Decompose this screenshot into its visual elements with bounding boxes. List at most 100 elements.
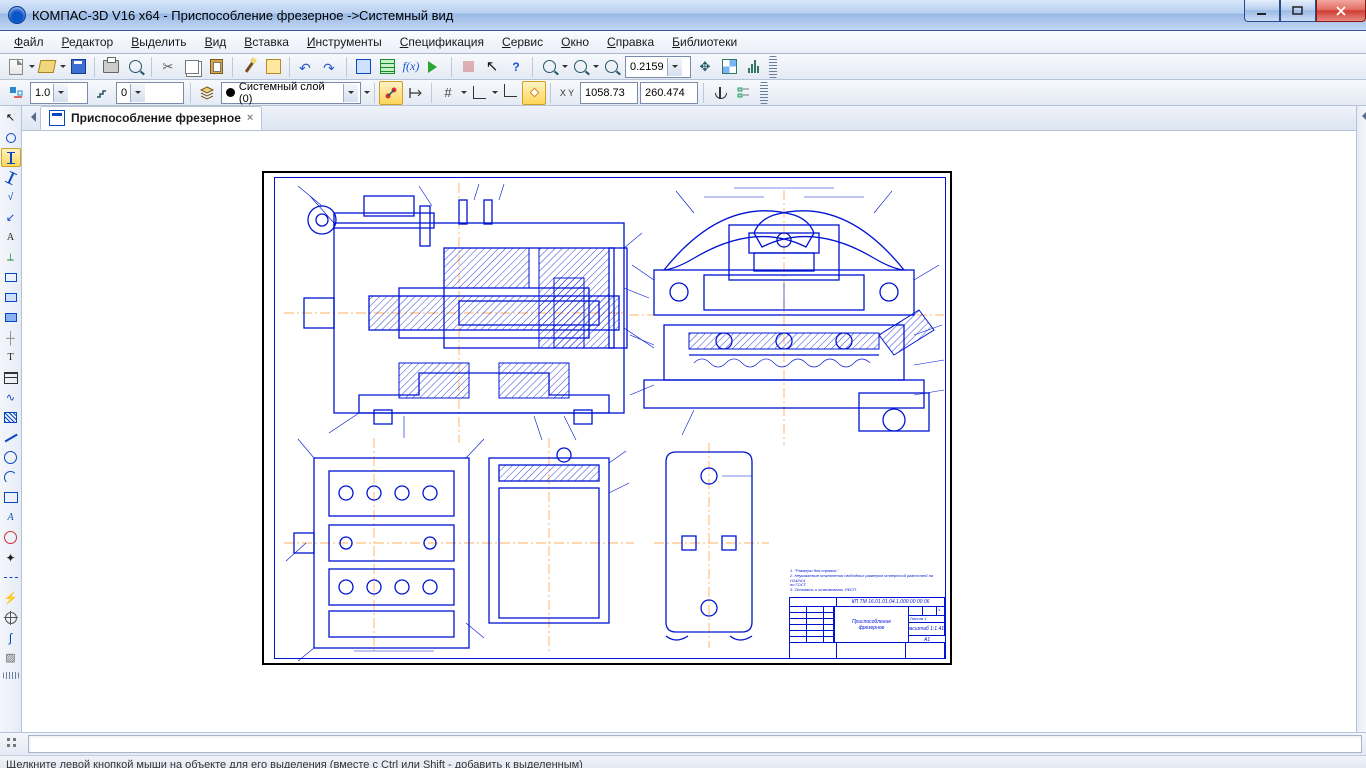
grid-dropdown[interactable]: [460, 82, 467, 104]
scale-combo[interactable]: 1.0: [30, 82, 88, 104]
menu-editor[interactable]: Редактор: [54, 33, 122, 51]
layer-extra-dropdown[interactable]: [363, 82, 370, 104]
stop-button[interactable]: [456, 55, 480, 79]
rounding-button[interactable]: [522, 81, 546, 105]
right-panel-expander[interactable]: [1356, 106, 1366, 732]
dimension-toggle-button[interactable]: [403, 81, 427, 105]
vtool-spline[interactable]: [1, 528, 21, 547]
vertical-toolbar-grip[interactable]: [3, 672, 19, 679]
vtool-curve[interactable]: ∫: [1, 628, 21, 647]
zoom-window-dropdown[interactable]: [561, 56, 568, 78]
vtool-roughness[interactable]: √: [1, 188, 21, 207]
run-macro-button[interactable]: [423, 55, 447, 79]
grid-button[interactable]: #: [436, 81, 460, 105]
layer-combo[interactable]: Системный слой (0): [221, 82, 361, 104]
whatsthis-button[interactable]: ?: [504, 55, 528, 79]
open-dropdown[interactable]: [59, 56, 66, 78]
document-tab-close[interactable]: ×: [247, 112, 253, 124]
toolbar-grip[interactable]: [760, 82, 768, 104]
view-windows-button[interactable]: [717, 55, 741, 79]
menu-view[interactable]: Вид: [197, 33, 235, 51]
menu-libs[interactable]: Библиотеки: [664, 33, 745, 51]
properties-button[interactable]: [261, 55, 285, 79]
menu-select[interactable]: Выделить: [123, 33, 194, 51]
copy-button[interactable]: [180, 55, 204, 79]
zoom-window-button[interactable]: [537, 55, 561, 79]
vtool-text[interactable]: T: [1, 348, 21, 367]
vtool-parametric[interactable]: ⚡: [1, 588, 21, 607]
vtool-dimension-linear[interactable]: [1, 148, 21, 167]
scale-dropdown[interactable]: [53, 84, 68, 102]
insert-view-button[interactable]: [4, 81, 28, 105]
menu-insert[interactable]: Вставка: [236, 33, 297, 51]
vtool-leader[interactable]: ↙: [1, 208, 21, 227]
cut-button[interactable]: ✂: [156, 55, 180, 79]
vtool-hatch[interactable]: [1, 408, 21, 427]
variables-button[interactable]: f(x): [399, 55, 423, 79]
layer-dropdown[interactable]: [343, 84, 358, 102]
vtool-arc[interactable]: [1, 468, 21, 487]
spec-manager-button[interactable]: [351, 55, 375, 79]
zoom-combo[interactable]: 0.2159: [625, 56, 691, 78]
print-button[interactable]: [99, 55, 123, 79]
undo-button[interactable]: [294, 55, 318, 79]
layers-button[interactable]: [195, 81, 219, 105]
open-button[interactable]: [35, 55, 59, 79]
vtool-datum[interactable]: [1, 268, 21, 287]
ortho-origin-button[interactable]: [467, 81, 491, 105]
vtool-point[interactable]: ✦: [1, 548, 21, 567]
menu-service[interactable]: Сервис: [494, 33, 551, 51]
model-tree-button[interactable]: [732, 81, 756, 105]
close-button[interactable]: [1316, 0, 1366, 22]
vtool-section-line[interactable]: [1, 288, 21, 307]
document-tab[interactable]: Приспособление фрезерное ×: [40, 106, 262, 130]
menu-window[interactable]: Окно: [553, 33, 597, 51]
menu-help[interactable]: Справка: [599, 33, 662, 51]
refresh-button[interactable]: [741, 55, 765, 79]
vtool-aux-line[interactable]: [1, 568, 21, 587]
menu-tools[interactable]: Инструменты: [299, 33, 390, 51]
paste-button[interactable]: [204, 55, 228, 79]
vtool-dimension-radial[interactable]: [1, 128, 21, 147]
vtool-hatch2[interactable]: ▨: [1, 648, 21, 667]
zoom-combo-dropdown[interactable]: [667, 58, 682, 76]
coords-label-button[interactable]: X Y: [555, 81, 579, 105]
vtool-measure[interactable]: [1, 608, 21, 627]
format-painter-button[interactable]: [237, 55, 261, 79]
step-combo[interactable]: 0: [116, 82, 184, 104]
vtool-tolerance[interactable]: ⟂: [1, 248, 21, 267]
vtool-text-leader[interactable]: A: [1, 228, 21, 247]
new-button[interactable]: [4, 55, 28, 79]
vtool-wavy-cut[interactable]: ∿: [1, 388, 21, 407]
vtool-rectangle[interactable]: [1, 488, 21, 507]
maximize-button[interactable]: [1280, 0, 1316, 22]
redo-button[interactable]: [318, 55, 342, 79]
vtool-centerline[interactable]: ┼: [1, 328, 21, 347]
zoom-dynamic-dropdown[interactable]: [592, 56, 599, 78]
new-dropdown[interactable]: [28, 56, 35, 78]
local-cs-button[interactable]: [708, 81, 732, 105]
vtool-letter-a[interactable]: А: [1, 508, 21, 527]
ortho-button[interactable]: [498, 81, 522, 105]
print-preview-button[interactable]: [123, 55, 147, 79]
property-panel-grip-icon[interactable]: [4, 735, 24, 753]
property-panel-field[interactable]: [28, 735, 1362, 753]
drawing-canvas[interactable]: 1. "Размеры для справок." 2. Неуказанные…: [22, 131, 1356, 732]
spec-tree-button[interactable]: [375, 55, 399, 79]
snap-toggle-button[interactable]: [379, 81, 403, 105]
menu-spec[interactable]: Спецификация: [392, 33, 492, 51]
vtool-circle[interactable]: [1, 448, 21, 467]
vtool-pointer[interactable]: ↖: [1, 108, 21, 127]
step-button[interactable]: [90, 81, 114, 105]
minimize-button[interactable]: [1244, 0, 1280, 22]
zoom-prev-button[interactable]: [599, 55, 623, 79]
vtool-table[interactable]: [1, 368, 21, 387]
vtool-dimension-auto[interactable]: [1, 168, 21, 187]
vtool-line[interactable]: [1, 428, 21, 447]
pan-button[interactable]: ✥: [693, 55, 717, 79]
ortho-origin-dropdown[interactable]: [491, 82, 498, 104]
step-dropdown[interactable]: [130, 84, 145, 102]
zoom-dynamic-button[interactable]: [568, 55, 592, 79]
save-button[interactable]: [66, 55, 90, 79]
vtool-view-arrow[interactable]: [1, 308, 21, 327]
